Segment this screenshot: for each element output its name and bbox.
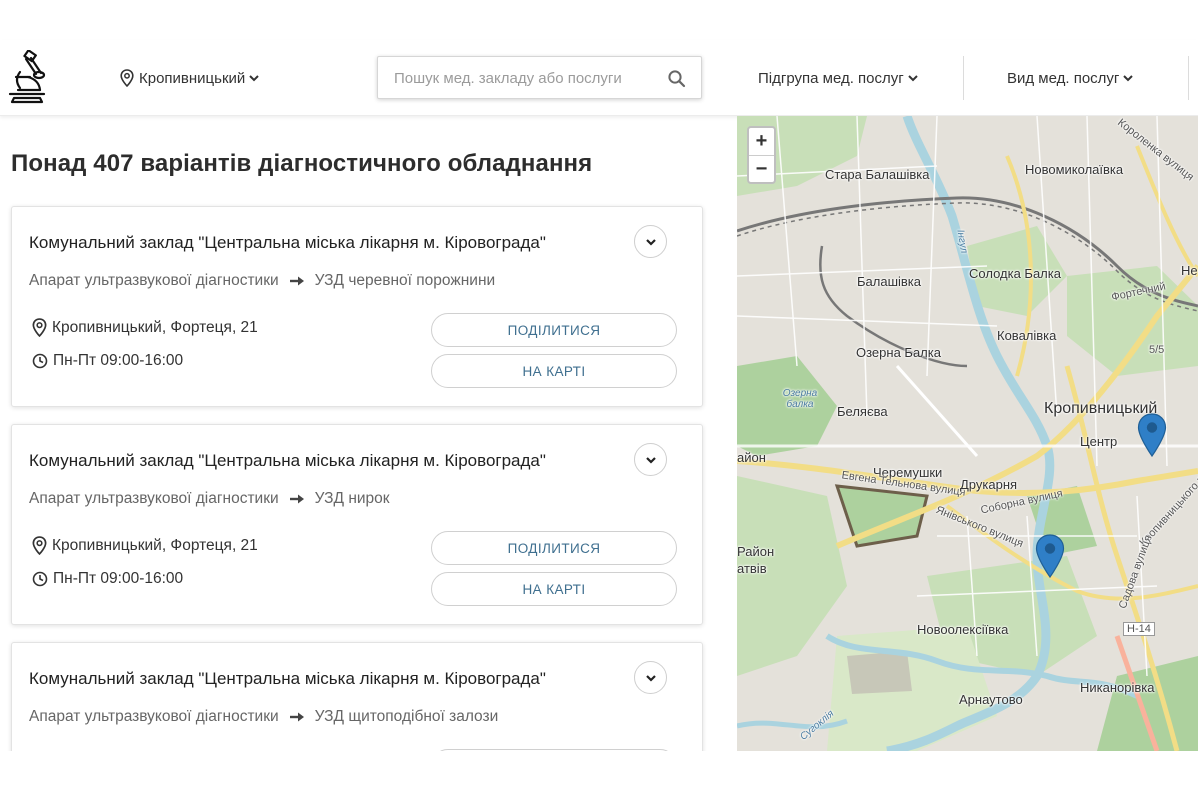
subgroup-dropdown-label: Підгрупа мед. послуг [758, 69, 904, 87]
map-label: Центр [1080, 434, 1118, 449]
chevron-down-icon [249, 75, 260, 82]
map-label: Никанорівка [1080, 680, 1155, 695]
map-label: Друкарня [960, 477, 1018, 492]
clock-icon [32, 571, 48, 587]
map-label: Новомиколаївка [1025, 162, 1124, 177]
city-label: Кропивницький [139, 69, 246, 87]
service-type-dropdown[interactable]: Вид мед. послуг [1007, 66, 1134, 90]
map-tiles [737, 116, 1198, 751]
arrow-right-icon [289, 494, 304, 504]
equipment-category: Апарат ультразвукової діагностики [29, 272, 279, 289]
show-on-map-button[interactable]: На карті [431, 354, 677, 388]
expand-toggle-button[interactable] [634, 661, 667, 694]
map-label: Озерна балка [782, 388, 818, 410]
share-button[interactable]: Поділитися [431, 531, 677, 565]
map-label: Ковалівка [997, 328, 1057, 343]
results-title: Понад 407 варіантів діагностичного облад… [11, 150, 593, 177]
service-path: Апарат ультразвукової діагностики УЗД ни… [29, 490, 390, 508]
chevron-down-icon [1123, 75, 1134, 82]
address-text: Кропивницький, Фортеця, 21 [52, 318, 258, 336]
map-label: Солодка Балка [969, 266, 1061, 281]
header-divider [963, 56, 964, 100]
search-box [377, 56, 702, 99]
service-name: УЗД черевної порожнини [314, 272, 496, 289]
equipment-category: Апарат ультразвукової діагностики [29, 708, 279, 725]
facility-hours: Пн-Пт 09:00-16:00 [32, 352, 183, 370]
zoom-out-button[interactable]: − [749, 155, 774, 182]
service-path: Апарат ультразвукової діагностики УЗД щи… [29, 708, 498, 726]
arrow-right-icon [289, 276, 304, 286]
share-button[interactable]: Поділитися [431, 313, 677, 347]
show-on-map-button[interactable]: На карті [431, 572, 677, 606]
equipment-category: Апарат ультразвукової діагностики [29, 490, 279, 507]
location-pin-icon [32, 318, 47, 337]
microscope-logo-icon[interactable] [6, 49, 50, 106]
map-panel[interactable]: + − Стара Балашівка Новомиколаївка Корол… [737, 116, 1198, 751]
facility-name: Комунальний заклад "Центральна міська лі… [29, 669, 546, 688]
service-path: Апарат ультразвукової діагностики УЗД че… [29, 272, 495, 290]
list-bottom-mask [0, 751, 736, 798]
map-label: 5/5 [1149, 344, 1165, 356]
chevron-down-icon [645, 456, 656, 464]
city-selector[interactable]: Кропивницький [120, 66, 264, 90]
service-name: УЗД нирок [314, 490, 390, 507]
road-shield: Н-14 [1123, 622, 1155, 636]
chevron-down-icon [645, 238, 656, 246]
location-pin-icon [32, 536, 47, 555]
hours-text: Пн-Пт 09:00-16:00 [53, 352, 184, 369]
map-label: Стара Балашівка [825, 167, 930, 182]
zoom-in-button[interactable]: + [749, 128, 774, 155]
facility-card: Комунальний заклад "Центральна міська лі… [11, 206, 703, 407]
expand-toggle-button[interactable] [634, 225, 667, 258]
chevron-down-icon [908, 75, 918, 82]
header-divider [1188, 56, 1189, 100]
subgroup-dropdown[interactable]: Підгрупа мед. послуг [758, 66, 918, 90]
map-label: Озерна Балка [856, 345, 941, 360]
search-icon[interactable] [667, 69, 687, 89]
hours-text: Пн-Пт 09:00-16:00 [53, 570, 184, 587]
map-label: атвів [737, 561, 767, 576]
map-label: Новоолексіївка [917, 622, 1009, 637]
facility-name: Комунальний заклад "Центральна міська лі… [29, 451, 546, 470]
map-label: Балашівка [857, 274, 922, 289]
chevron-down-icon [645, 674, 656, 682]
map-label: Беляєва [837, 404, 888, 419]
service-type-dropdown-label: Вид мед. послуг [1007, 69, 1120, 87]
map-label: Район [737, 544, 775, 559]
service-name: УЗД щитоподібної залози [314, 708, 499, 725]
address-text: Кропивницький, Фортеця, 21 [52, 536, 258, 554]
location-pin-icon [120, 69, 134, 87]
facility-card: Комунальний заклад "Центральна міська лі… [11, 424, 703, 625]
zoom-control: + − [747, 126, 776, 184]
map-label: Не [1181, 263, 1198, 278]
expand-toggle-button[interactable] [634, 443, 667, 476]
facility-address: Кропивницький, Фортеця, 21 [32, 536, 258, 555]
search-input[interactable] [394, 67, 654, 89]
map-label: айон [737, 450, 766, 465]
map-label: Арнаутово [959, 692, 1023, 707]
top-header: Кропивницький Підгрупа мед. послуг Вид м… [0, 40, 1198, 116]
map-marker-icon[interactable] [1035, 534, 1065, 583]
map-marker-icon[interactable] [1137, 413, 1167, 462]
arrow-right-icon [289, 712, 304, 722]
facility-hours: Пн-Пт 09:00-16:00 [32, 570, 183, 588]
facility-address: Кропивницький, Фортеця, 21 [32, 318, 258, 337]
facility-name: Комунальний заклад "Центральна міська лі… [29, 233, 546, 252]
clock-icon [32, 353, 48, 369]
